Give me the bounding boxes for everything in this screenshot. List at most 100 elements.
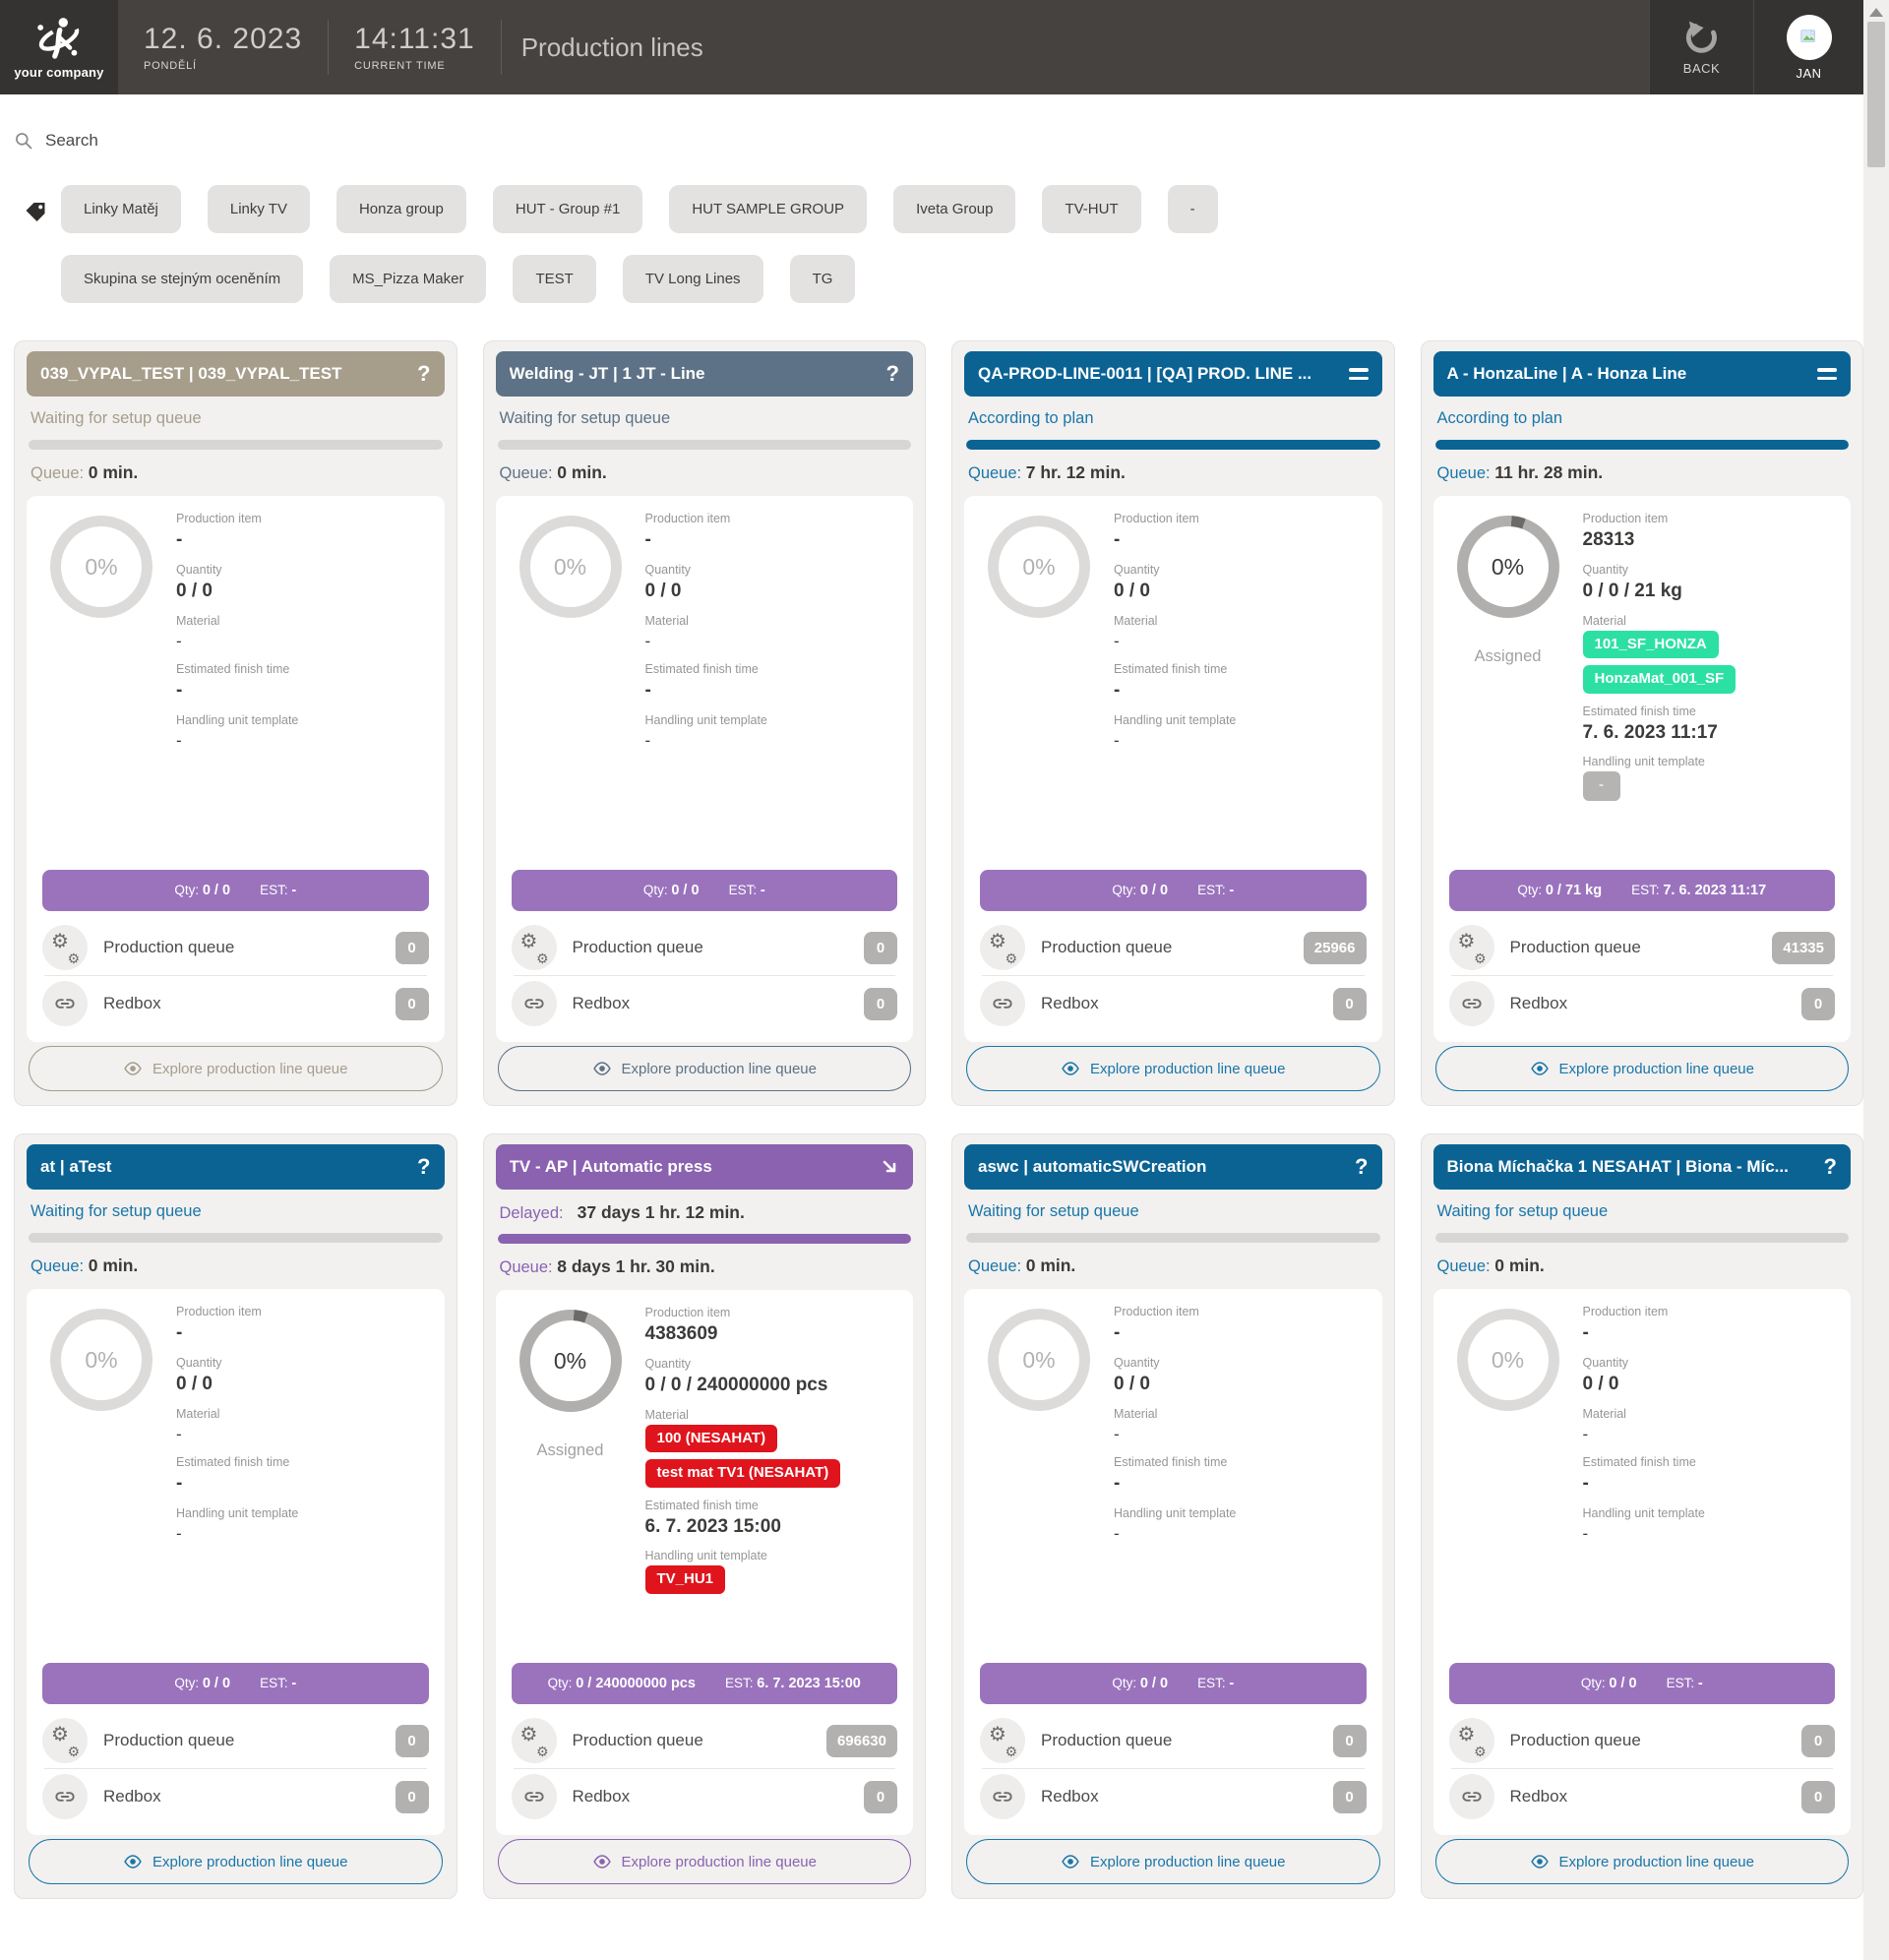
handling-unit-template-label: Handling unit template (1583, 1506, 1836, 1520)
material-value: - (176, 631, 429, 651)
redbox-count: 0 (1333, 988, 1367, 1020)
redbox-row[interactable]: Redbox 0 (980, 1770, 1367, 1823)
explore-queue-button[interactable]: Explore production line queue (966, 1046, 1380, 1091)
explore-queue-button[interactable]: Explore production line queue (498, 1046, 912, 1091)
status-label: Delayed: (500, 1204, 564, 1223)
redbox-row[interactable]: Redbox 0 (512, 977, 898, 1030)
filter-chip[interactable]: TV Long Lines (623, 255, 763, 303)
qty-bar-quantity: 0 / 71 kg (1546, 883, 1602, 898)
menu-icon[interactable] (1817, 368, 1837, 380)
filter-chip[interactable]: Linky TV (208, 185, 310, 233)
back-button[interactable]: BACK (1649, 0, 1753, 94)
redbox-count: 0 (1333, 1781, 1367, 1813)
production-queue-label: Production queue (1510, 938, 1757, 957)
qty-bar-est: - (291, 883, 296, 898)
help-icon[interactable]: ? (417, 363, 430, 385)
company-logo[interactable]: your company (0, 0, 118, 94)
explore-queue-label: Explore production line queue (1559, 1061, 1754, 1077)
filter-chip[interactable]: TG (790, 255, 856, 303)
status-label: According to plan (1437, 409, 1563, 428)
queue-line: Queue: 7 hr. 12 min. (968, 462, 1378, 483)
filter-chip[interactable]: TV-HUT (1042, 185, 1140, 233)
explore-queue-button[interactable]: Explore production line queue (29, 1046, 443, 1091)
explore-queue-button[interactable]: Explore production line queue (966, 1839, 1380, 1884)
quantity-value: 0 / 0 / 240000000 pcs (645, 1374, 898, 1397)
redbox-row[interactable]: Redbox 0 (1449, 1770, 1836, 1823)
production-queue-row[interactable]: ⚙⚙ Production queue 0 (512, 921, 898, 974)
redbox-row[interactable]: Redbox 0 (512, 1770, 898, 1823)
avatar (1787, 15, 1832, 60)
card-details-panel: 0% Assigned Production item - Quantity 0… (1433, 1289, 1852, 1835)
help-icon[interactable]: ? (886, 363, 899, 385)
filter-chip[interactable]: Honza group (336, 185, 466, 233)
production-queue-row[interactable]: ⚙⚙ Production queue 0 (42, 1714, 429, 1767)
production-queue-row[interactable]: ⚙⚙ Production queue 0 (42, 921, 429, 974)
qty-bar-est: - (291, 1676, 296, 1691)
redbox-row[interactable]: Redbox 0 (42, 977, 429, 1030)
material-tag: 101_SF_HONZA (1583, 631, 1719, 659)
filter-chip[interactable]: TEST (513, 255, 595, 303)
help-icon[interactable]: ? (1824, 1156, 1837, 1178)
help-icon[interactable]: ? (1355, 1156, 1368, 1178)
row-divider (1451, 975, 1834, 976)
progress-donut: 0% (50, 516, 152, 618)
estimated-finish-value: - (645, 679, 898, 703)
menu-icon[interactable] (1349, 368, 1369, 380)
material-tag: HonzaMat_001_SF (1583, 665, 1737, 694)
redbox-row[interactable]: Redbox 0 (1449, 977, 1836, 1030)
qty-est-bar: Qty: 0 / 0 EST: - (1449, 1663, 1836, 1704)
filter-chip[interactable]: Iveta Group (893, 185, 1015, 233)
production-item-value: - (176, 528, 429, 552)
search-input[interactable] (45, 131, 360, 151)
quantity-value: 0 / 0 (176, 580, 429, 603)
explore-queue-button[interactable]: Explore production line queue (29, 1839, 443, 1884)
expand-arrow-icon[interactable] (880, 1157, 899, 1177)
production-queue-row[interactable]: ⚙⚙ Production queue 25966 (980, 921, 1367, 974)
filter-chip[interactable]: MS_Pizza Maker (330, 255, 486, 303)
production-queue-row[interactable]: ⚙⚙ Production queue 696630 (512, 1714, 898, 1767)
filter-chip[interactable]: - (1168, 185, 1218, 233)
status-line: Waiting for setup queue (30, 409, 441, 429)
explore-queue-button[interactable]: Explore production line queue (498, 1839, 912, 1884)
tag-icon (24, 201, 47, 224)
qty-bar-quantity: 0 / 0 (1609, 1676, 1636, 1691)
time-block: 14:11:31 CURRENT TIME (329, 0, 501, 94)
page-scrollbar[interactable] (1863, 0, 1889, 1960)
redbox-row[interactable]: Redbox 0 (42, 1770, 429, 1823)
user-menu[interactable]: JAN (1753, 0, 1863, 94)
top-bar: your company 12. 6. 2023 PONDĚLÍ 14:11:3… (0, 0, 1863, 94)
quantity-label: Quantity (645, 563, 898, 577)
scrollbar-up-arrow[interactable] (1869, 8, 1883, 17)
explore-queue-button[interactable]: Explore production line queue (1435, 1839, 1850, 1884)
quantity-value: 0 / 0 (1114, 1373, 1367, 1396)
redbox-count: 0 (1801, 988, 1835, 1020)
filter-chip[interactable]: Skupina se stejným oceněním (61, 255, 303, 303)
broken-image-icon (1798, 27, 1820, 48)
explore-queue-button[interactable]: Explore production line queue (1435, 1046, 1850, 1091)
qty-est-bar: Qty: 0 / 0 EST: - (980, 870, 1367, 911)
qty-est-bar: Qty: 0 / 0 EST: - (980, 1663, 1367, 1704)
help-icon[interactable]: ? (417, 1156, 430, 1178)
explore-queue-label: Explore production line queue (1090, 1854, 1285, 1870)
estimated-finish-value: - (1114, 1472, 1367, 1496)
handling-unit-template-label: Handling unit template (1583, 755, 1836, 768)
filter-chip[interactable]: HUT SAMPLE GROUP (669, 185, 867, 233)
material-tag: test mat TV1 (NESAHAT) (645, 1459, 841, 1488)
link-icon (1449, 1774, 1494, 1819)
queue-label: Queue: (968, 464, 1021, 482)
scrollbar-thumb[interactable] (1867, 22, 1885, 167)
status-line: According to plan (968, 409, 1378, 429)
row-divider (44, 975, 427, 976)
production-queue-row[interactable]: ⚙⚙ Production queue 0 (1449, 1714, 1836, 1767)
redbox-label: Redbox (1041, 1787, 1317, 1807)
production-queue-row[interactable]: ⚙⚙ Production queue 0 (980, 1714, 1367, 1767)
production-queue-row[interactable]: ⚙⚙ Production queue 41335 (1449, 921, 1836, 974)
filter-chip[interactable]: Linky Matěj (61, 185, 181, 233)
redbox-row[interactable]: Redbox 0 (980, 977, 1367, 1030)
production-item-value: 28313 (1583, 528, 1836, 552)
eye-icon (1061, 1059, 1080, 1078)
progress-percent: 0% (85, 1347, 117, 1374)
qty-bar-est: - (1229, 1676, 1234, 1691)
card-details-panel: 0% Assigned Production item - Quantity 0… (964, 496, 1382, 1042)
filter-chip[interactable]: HUT - Group #1 (493, 185, 642, 233)
